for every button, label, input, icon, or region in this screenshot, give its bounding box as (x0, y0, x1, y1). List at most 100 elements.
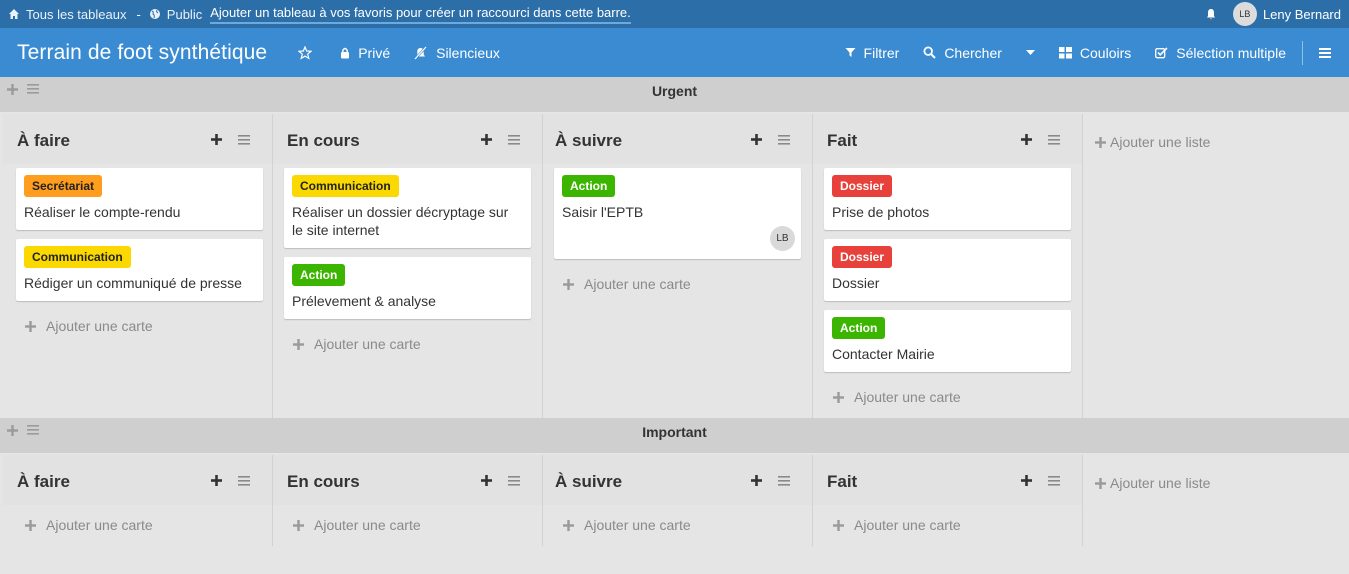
card[interactable]: Secrétariat Réaliser le compte-rendu (16, 168, 263, 230)
list-title[interactable]: À faire (17, 131, 70, 151)
plus-icon (833, 519, 844, 531)
board-title[interactable]: Terrain de foot synthétique (17, 41, 267, 65)
add-card-plus-icon[interactable] (751, 134, 762, 145)
list-title[interactable]: À suivre (555, 131, 622, 151)
list-a-suivre: À suivre Ajouter une carte (543, 455, 813, 546)
view-dropdown-button[interactable] (1025, 49, 1043, 56)
card-title: Prise de photos (832, 204, 930, 220)
add-card-button[interactable]: Ajouter une carte (833, 389, 961, 405)
list-title[interactable]: À faire (17, 472, 70, 492)
add-card-plus-icon[interactable] (1021, 134, 1032, 145)
user-avatar[interactable]: LB (1232, 2, 1257, 26)
card-label: Action (562, 175, 616, 197)
list-title[interactable]: En cours (287, 131, 360, 151)
search-icon (923, 46, 937, 59)
list-title[interactable]: En cours (287, 472, 360, 492)
card-label: Secrétariat (24, 175, 103, 197)
add-card-label: Ajouter une carte (584, 276, 691, 292)
multiselect-button[interactable]: Sélection multiple (1155, 45, 1286, 61)
swimlane-header-urgent: Urgent (0, 77, 1349, 112)
card-title: Réaliser le compte-rendu (24, 204, 181, 220)
add-card-button[interactable]: Ajouter une carte (25, 517, 153, 533)
add-card-plus-icon[interactable] (481, 134, 492, 145)
list-menu-icon[interactable] (1048, 476, 1060, 486)
search-label: Chercher (944, 44, 1002, 61)
private-button[interactable]: Privé (340, 45, 390, 61)
list-title[interactable]: Fait (827, 131, 857, 151)
add-list-button[interactable]: Ajouter une liste (1095, 134, 1210, 150)
swimlanes-button[interactable]: Couloirs (1058, 45, 1131, 61)
list-menu-icon[interactable] (508, 135, 520, 145)
add-card-label: Ajouter une carte (584, 517, 691, 533)
add-card-label: Ajouter une carte (46, 318, 153, 334)
list-menu-icon[interactable] (778, 135, 790, 145)
card[interactable]: Action Prélevement & analyse (284, 257, 531, 319)
visibility-link[interactable]: Public (149, 7, 202, 22)
list-menu-icon[interactable] (778, 476, 790, 486)
add-card-button[interactable]: Ajouter une carte (25, 318, 153, 334)
hamburger-menu-icon[interactable] (1319, 47, 1331, 58)
add-card-button[interactable]: Ajouter une carte (563, 517, 691, 533)
add-card-label: Ajouter une carte (314, 336, 421, 352)
card[interactable]: Communication Rédiger un communiqué de p… (16, 239, 263, 301)
list-a-faire: À faire Secrétariat Réaliser le compte-r… (3, 114, 273, 418)
add-list-button[interactable]: Ajouter une liste (1095, 475, 1210, 491)
add-card-plus-icon[interactable] (211, 475, 222, 486)
all-boards-link[interactable]: Tous les tableaux (0, 7, 126, 22)
list-menu-icon[interactable] (508, 476, 520, 486)
caret-down-icon (1025, 49, 1035, 55)
add-card-plus-icon[interactable] (481, 475, 492, 486)
add-card-button[interactable]: Ajouter une carte (293, 517, 421, 533)
list-title[interactable]: Fait (827, 472, 857, 492)
plus-icon (293, 519, 304, 531)
bell-icon[interactable] (1205, 8, 1217, 20)
list-a-faire: À faire Ajouter une carte (3, 455, 273, 546)
card[interactable]: Action Saisir l'EPTB LB (554, 168, 801, 259)
swimlane-header-important: Important (0, 418, 1349, 453)
header-divider (1302, 40, 1303, 65)
plus-icon (25, 320, 36, 332)
top-bar: Tous les tableaux - Public Ajouter un ta… (0, 0, 1349, 28)
card[interactable]: Action Contacter Mairie (824, 310, 1071, 372)
card[interactable]: Dossier Prise de photos (824, 168, 1071, 230)
list-header: À faire (3, 114, 272, 164)
globe-icon (149, 9, 160, 19)
list-menu-icon[interactable] (1048, 135, 1060, 145)
add-card-button[interactable]: Ajouter une carte (833, 517, 961, 533)
silent-button[interactable]: Silencieux (413, 45, 500, 61)
card-title: Saisir l'EPTB (562, 204, 644, 220)
card-label: Communication (24, 246, 131, 268)
add-card-plus-icon[interactable] (211, 134, 222, 145)
add-card-label: Ajouter une carte (314, 517, 421, 533)
add-card-button[interactable]: Ajouter une carte (293, 336, 421, 352)
card-title: Dossier (832, 275, 880, 291)
card-member-avatar[interactable]: LB (770, 226, 795, 251)
add-card-button[interactable]: Ajouter une carte (563, 276, 691, 292)
plus-icon (25, 519, 36, 531)
list-menu-icon[interactable] (238, 135, 250, 145)
checkbox-icon (1155, 46, 1168, 58)
add-card-label: Ajouter une carte (854, 517, 961, 533)
user-name[interactable]: Leny Bernard (1263, 7, 1341, 22)
card[interactable]: Dossier Dossier (824, 239, 1071, 301)
list-header: Fait (813, 114, 1082, 164)
filter-label: Filtrer (863, 44, 900, 61)
card[interactable]: Communication Réaliser un dossier décryp… (284, 168, 531, 248)
private-label: Privé (358, 44, 391, 61)
filter-button[interactable]: Filtrer (845, 44, 900, 61)
list-title[interactable]: À suivre (555, 472, 622, 492)
add-card-plus-icon[interactable] (1021, 475, 1032, 486)
list-menu-icon[interactable] (238, 476, 250, 486)
search-button[interactable]: Chercher (923, 45, 1002, 61)
add-card-plus-icon[interactable] (751, 475, 762, 486)
silent-label: Silencieux (436, 44, 500, 61)
swimlane-title: Urgent (651, 83, 698, 99)
bell-slash-icon (414, 45, 427, 60)
list-header: À suivre (543, 114, 812, 164)
list-en-cours: En cours Ajouter une carte (273, 455, 543, 546)
add-card-label: Ajouter une carte (854, 389, 961, 405)
star-button[interactable] (298, 45, 320, 60)
plus-icon (563, 278, 574, 290)
swimlane-title: Important (642, 424, 707, 440)
add-card-label: Ajouter une carte (46, 517, 153, 533)
